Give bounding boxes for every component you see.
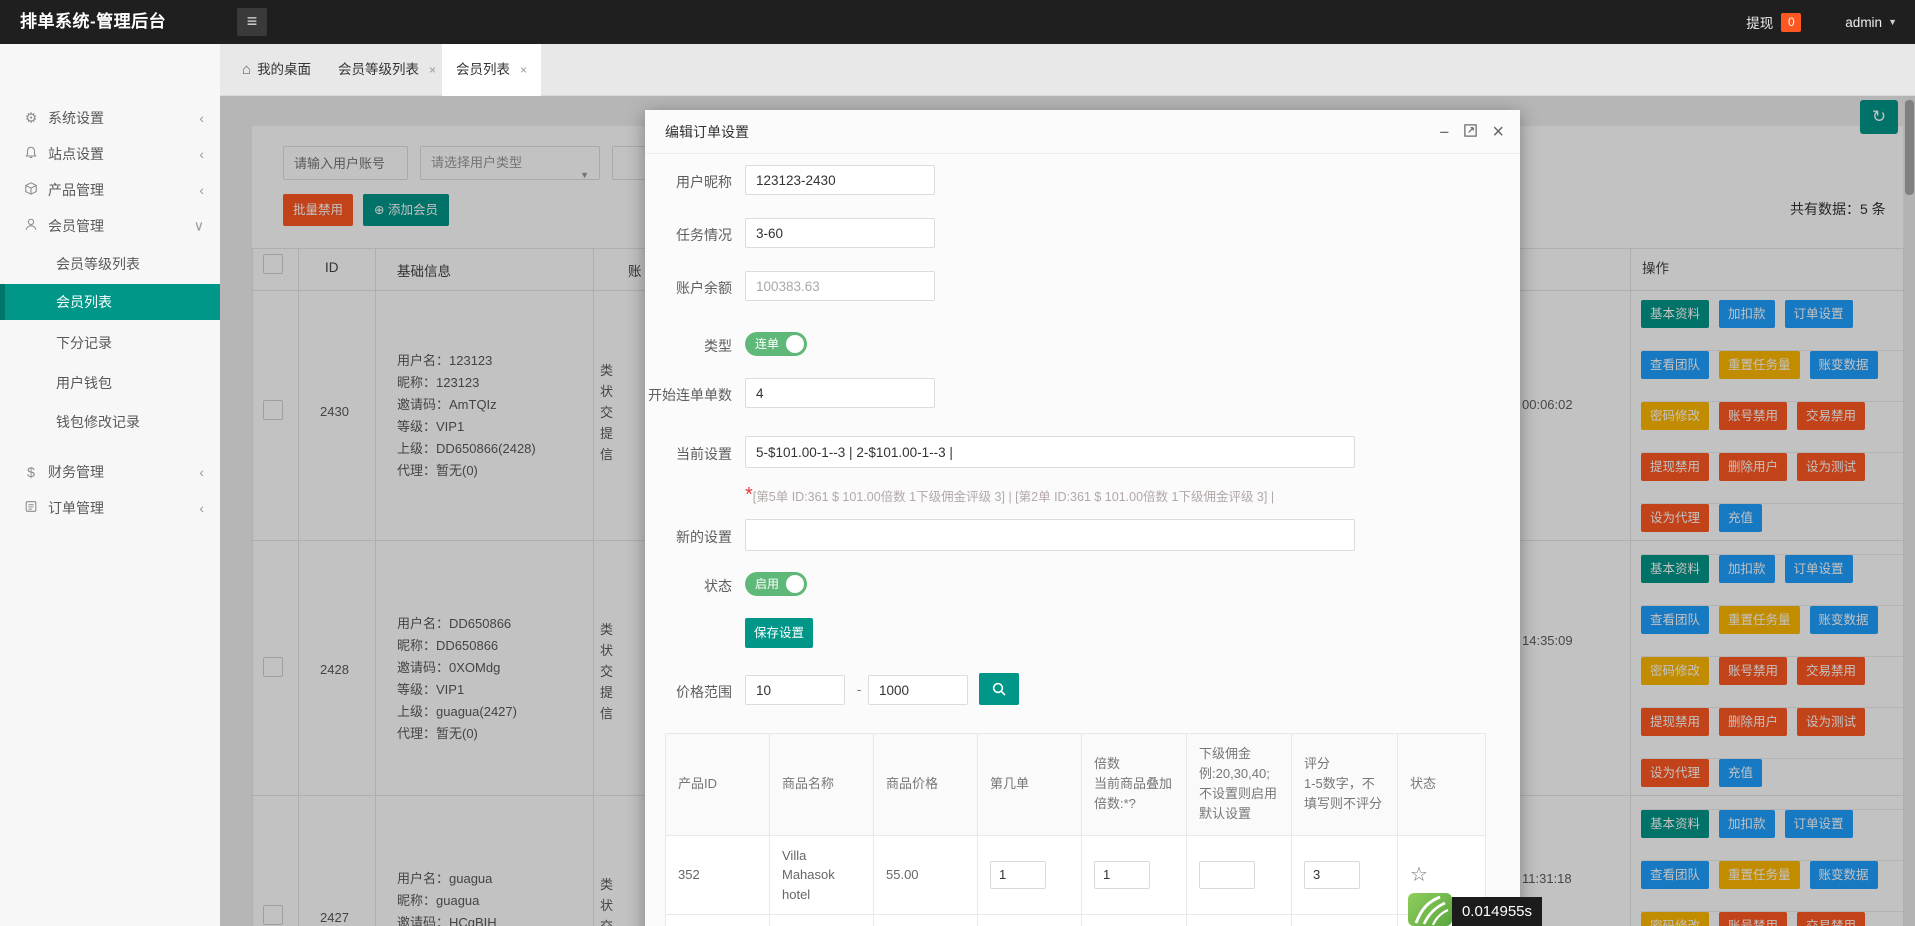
chevron-left-icon: ‹ <box>199 110 204 126</box>
app-title: 排单系统-管理后台 <box>20 12 167 31</box>
hamburger-menu-icon[interactable]: ≡ <box>237 8 267 36</box>
leaf-icon <box>1408 893 1452 926</box>
tab-member-list[interactable]: 会员列表 × <box>442 44 542 96</box>
product-name: Villa Mahasok hotel <box>769 914 874 926</box>
sidebar-item-member-level-list[interactable]: 会员等级列表 <box>0 246 220 282</box>
price-search-button[interactable] <box>979 673 1019 705</box>
page: 排单系统-管理后台 ≡ 提现 0 admin ▼ ⚙ 系统设置 ‹ 站点设置 ‹ <box>0 0 1915 926</box>
status-label: 状态 <box>704 578 732 594</box>
sidebar-item-product-management[interactable]: 产品管理 ‹ <box>0 172 220 208</box>
table-header-row: 产品ID 商品名称 商品价格 第几单 倍数 当前商品叠加倍数:*? 下级佣金 例:20… <box>665 733 1486 836</box>
current-setting-input[interactable] <box>745 436 1355 468</box>
tab-member-level-list[interactable]: 会员等级列表 × <box>324 44 450 96</box>
admin-dropdown[interactable]: admin ▼ <box>1845 15 1897 30</box>
order-number-input[interactable] <box>990 860 1046 889</box>
maximize-icon[interactable] <box>1463 123 1478 141</box>
admin-username: admin <box>1845 14 1883 30</box>
type-toggle[interactable]: 连单 <box>745 332 807 356</box>
sidebar-item-wallet-modify-records[interactable]: 钱包修改记录 <box>0 404 220 440</box>
current-setting-hint: *[第5单 ID:361 $ 101.00倍数 1下级佣金评级 3] | [第2… <box>745 484 1275 506</box>
performance-badge: 0.014955s <box>1408 893 1542 926</box>
close-icon[interactable]: × <box>1492 122 1504 142</box>
edit-order-settings-modal: 编辑订单设置 − × 用户昵称 任务情况 账户余额 类型 连单 开始连单单数 当… <box>645 110 1520 926</box>
new-setting-input[interactable] <box>745 519 1355 551</box>
multiple-input[interactable] <box>1094 860 1150 889</box>
balance-label: 账户余额 <box>676 280 732 296</box>
product-id: 353 <box>665 914 770 926</box>
toggle-knob <box>786 575 804 593</box>
product-row: 353 Villa Mahasok hotel 60.30 ☆ <box>665 914 1486 926</box>
product-price: 60.30 <box>873 914 978 926</box>
price-max-input[interactable] <box>868 675 968 705</box>
sidebar-item-finance-management[interactable]: $ 财务管理 ‹ <box>0 454 220 490</box>
orders-icon <box>22 500 40 517</box>
close-icon[interactable]: × <box>520 63 527 77</box>
new-setting-label: 新的设置 <box>676 529 732 545</box>
tab-my-desktop[interactable]: ⌂ 我的桌面 <box>228 44 325 96</box>
save-settings-button[interactable]: 保存设置 <box>745 618 813 648</box>
close-icon[interactable]: × <box>429 63 436 77</box>
product-settings-table: 产品ID 商品名称 商品价格 第几单 倍数 当前商品叠加倍数:*? 下级佣金 例:20… <box>665 733 1486 926</box>
modal-title: 编辑订单设置 <box>665 124 749 140</box>
status-toggle[interactable]: 启用 <box>745 572 807 596</box>
chevron-left-icon: ‹ <box>199 500 204 516</box>
sidebar-item-order-management[interactable]: 订单管理 ‹ <box>0 490 220 526</box>
task-label: 任务情况 <box>676 227 732 243</box>
tab-strip: ⌂ 我的桌面 会员等级列表 × 会员列表 × <box>220 44 1915 96</box>
modal-header: 编辑订单设置 − × <box>645 110 1520 154</box>
chevron-left-icon: ‹ <box>199 146 204 162</box>
rating-input[interactable] <box>1304 860 1360 889</box>
nickname-input[interactable] <box>745 165 935 195</box>
withdraw-link[interactable]: 提现 <box>1746 12 1773 32</box>
nickname-label: 用户昵称 <box>676 174 732 190</box>
topbar-right: 提现 0 admin ▼ <box>1746 0 1897 44</box>
caret-down-icon: ▼ <box>1888 17 1897 27</box>
balance-input[interactable] <box>745 271 935 301</box>
product-row: 352 Villa Mahasok hotel 55.00 ☆ <box>665 834 1486 916</box>
sidebar-item-member-list[interactable]: 会员列表 <box>0 284 220 320</box>
render-time: 0.014955s <box>1452 897 1542 926</box>
dollar-icon: $ <box>27 464 35 480</box>
withdraw-count-badge: 0 <box>1781 12 1802 32</box>
sidebar-item-system-settings[interactable]: ⚙ 系统设置 ‹ <box>0 100 220 136</box>
price-range-label: 价格范围 <box>676 684 732 700</box>
sidebar-item-site-settings[interactable]: 站点设置 ‹ <box>0 136 220 172</box>
toggle-knob <box>786 335 804 353</box>
price-min-input[interactable] <box>745 675 845 705</box>
bell-icon <box>22 146 40 163</box>
minimize-icon[interactable]: − <box>1439 124 1449 141</box>
type-label: 类型 <box>704 338 732 354</box>
product-name: Villa Mahasok hotel <box>769 834 874 916</box>
cube-icon <box>22 182 40 199</box>
gear-icon: ⚙ <box>24 109 38 126</box>
product-price: 55.00 <box>873 834 978 916</box>
product-id: 352 <box>665 834 770 916</box>
chevron-left-icon: ‹ <box>199 182 204 198</box>
price-range-separator: - <box>857 682 862 697</box>
search-icon <box>992 682 1006 696</box>
chevron-left-icon: ‹ <box>199 464 204 480</box>
start-count-input[interactable] <box>745 378 935 408</box>
commission-input[interactable] <box>1199 860 1255 889</box>
sidebar-item-user-wallet[interactable]: 用户钱包 <box>0 365 220 401</box>
home-icon: ⌂ <box>242 61 252 78</box>
star-icon[interactable]: ☆ <box>1410 864 1428 886</box>
sidebar: ⚙ 系统设置 ‹ 站点设置 ‹ 产品管理 ‹ 会员管理 ∨ 会员等级列表 会员列… <box>0 44 220 926</box>
task-input[interactable] <box>745 218 935 248</box>
sidebar-item-member-management[interactable]: 会员管理 ∨ <box>0 208 220 244</box>
topbar: 排单系统-管理后台 ≡ 提现 0 admin ▼ <box>0 0 1915 44</box>
sidebar-item-downscore-records[interactable]: 下分记录 <box>0 325 220 361</box>
start-count-label: 开始连单单数 <box>648 387 732 403</box>
user-icon <box>22 218 40 235</box>
current-setting-label: 当前设置 <box>676 446 732 462</box>
chevron-down-icon: ∨ <box>193 217 204 234</box>
